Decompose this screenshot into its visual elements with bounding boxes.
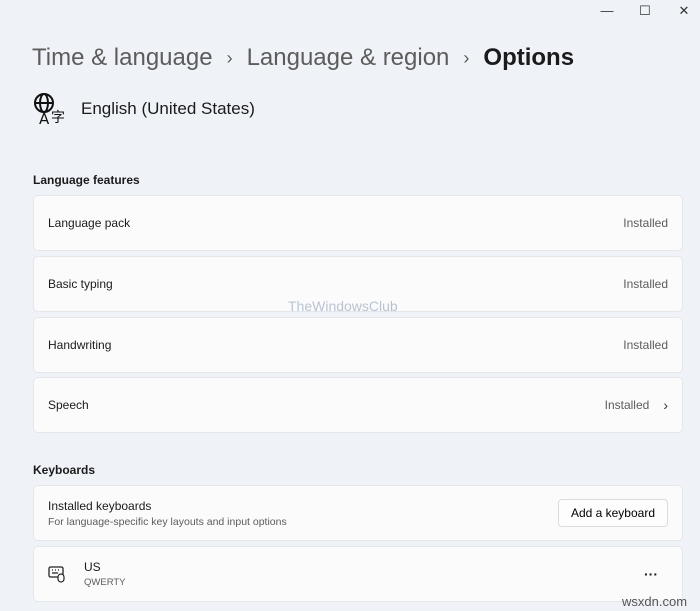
language-features-heading: Language features [33,173,140,187]
breadcrumb-language-region[interactable]: Language & region [247,44,450,72]
more-options-icon[interactable]: ··· [644,566,658,582]
keyboard-name: US [84,560,101,574]
keyboard-layout: QWERTY [84,577,126,588]
installed-keyboards-desc: For language-specific key layouts and in… [48,515,287,528]
breadcrumb: Time & language › Language & region › Op… [32,44,574,72]
watermark: TheWindowsClub [288,298,398,314]
page-title: Options [483,44,575,71]
feature-label: Speech [48,398,89,412]
language-name: English (United States) [81,99,255,118]
svg-text:A: A [39,110,50,126]
svg-text:字: 字 [51,110,65,126]
feature-status: Installed [623,216,668,230]
close-button[interactable]: ✕ [669,2,699,20]
feature-status: Installed [623,338,668,352]
keyboard-item-us: US QWERTY ··· [33,546,683,602]
feature-speech[interactable]: Speech Installed › [33,377,683,433]
watermark: wsxdn.com [622,594,688,609]
breadcrumb-time-language[interactable]: Time & language [32,44,213,72]
maximize-button[interactable]: ☐ [630,2,660,20]
feature-label: Language pack [48,216,131,230]
keyboards-heading: Keyboards [33,463,96,477]
feature-label: Basic typing [48,277,113,291]
installed-keyboards-title: Installed keyboards [48,498,152,513]
feature-handwriting: Handwriting Installed [33,317,683,373]
installed-keyboards-card: Installed keyboards For language-specific… [33,485,683,541]
minimize-button[interactable]: — [592,2,622,20]
language-header: A 字 English (United States) [33,92,255,126]
keyboard-icon [48,566,65,583]
chevron-right-icon: › [226,47,233,68]
feature-language-pack: Language pack Installed [33,195,683,251]
feature-status: Installed [604,398,650,412]
add-keyboard-button[interactable]: Add a keyboard [557,499,668,527]
chevron-right-icon: › [463,47,470,68]
language-icon: A 字 [34,93,65,126]
feature-status: Installed [623,277,668,291]
feature-label: Handwriting [48,338,112,352]
chevron-right-icon: › [663,397,668,413]
